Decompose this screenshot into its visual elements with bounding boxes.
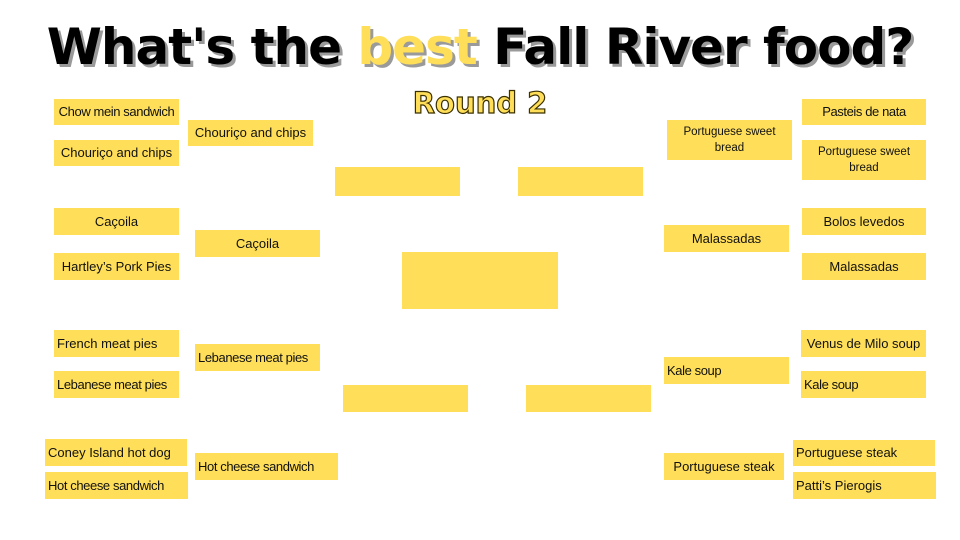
left-r2-slot-3: Lebanese meat pies [195,344,320,371]
right-r2-slot-1: Portuguese sweet bread [667,120,792,160]
final-slot [402,252,558,309]
left-r1-slot-8: Hot cheese sandwich [45,472,188,499]
right-r1-slot-3: Bolos levedos [802,208,926,235]
left-r1-slot-6: Lebanese meat pies [54,371,179,398]
left-r1-slot-4: Hartley’s Pork Pies [54,253,179,280]
right-r2-slot-3: Kale soup [664,357,789,384]
page-title: What's the best Fall River food? [0,18,960,76]
title-accent: best [357,18,477,76]
left-r1-slot-7: Coney Island hot dog [45,439,187,466]
left-r1-slot-1: Chow mein sandwich [54,99,179,125]
title-suffix: Fall River food? [476,18,914,76]
right-r1-slot-2: Portuguese sweet bread [802,140,926,180]
right-r2-slot-4: Portuguese steak [664,453,784,480]
title-prefix: What's the [46,18,358,76]
right-r1-slot-1: Pasteis de nata [802,99,926,125]
right-r1-slot-5: Venus de Milo soup [801,330,926,357]
left-r2-slot-1: Chouriço and chips [188,120,313,146]
left-r2-slot-4: Hot cheese sandwich [195,453,338,480]
round-label: Round 2 [412,85,548,120]
right-r1-slot-4: Malassadas [802,253,926,280]
right-r1-slot-6: Kale soup [801,371,926,398]
right-r3-slot-1 [518,167,643,196]
left-r3-slot-2 [343,385,468,412]
left-r3-slot-1 [335,167,460,196]
left-r1-slot-5: French meat pies [54,330,179,357]
left-r1-slot-2: Chouriço and chips [54,140,179,166]
right-r1-slot-7: Portuguese steak [793,440,935,466]
right-r1-slot-8: Patti’s Pierogis [793,472,936,499]
left-r1-slot-3: Caçoila [54,208,179,235]
right-r2-slot-2: Malassadas [664,225,789,252]
right-r3-slot-2 [526,385,651,412]
left-r2-slot-2: Caçoila [195,230,320,257]
